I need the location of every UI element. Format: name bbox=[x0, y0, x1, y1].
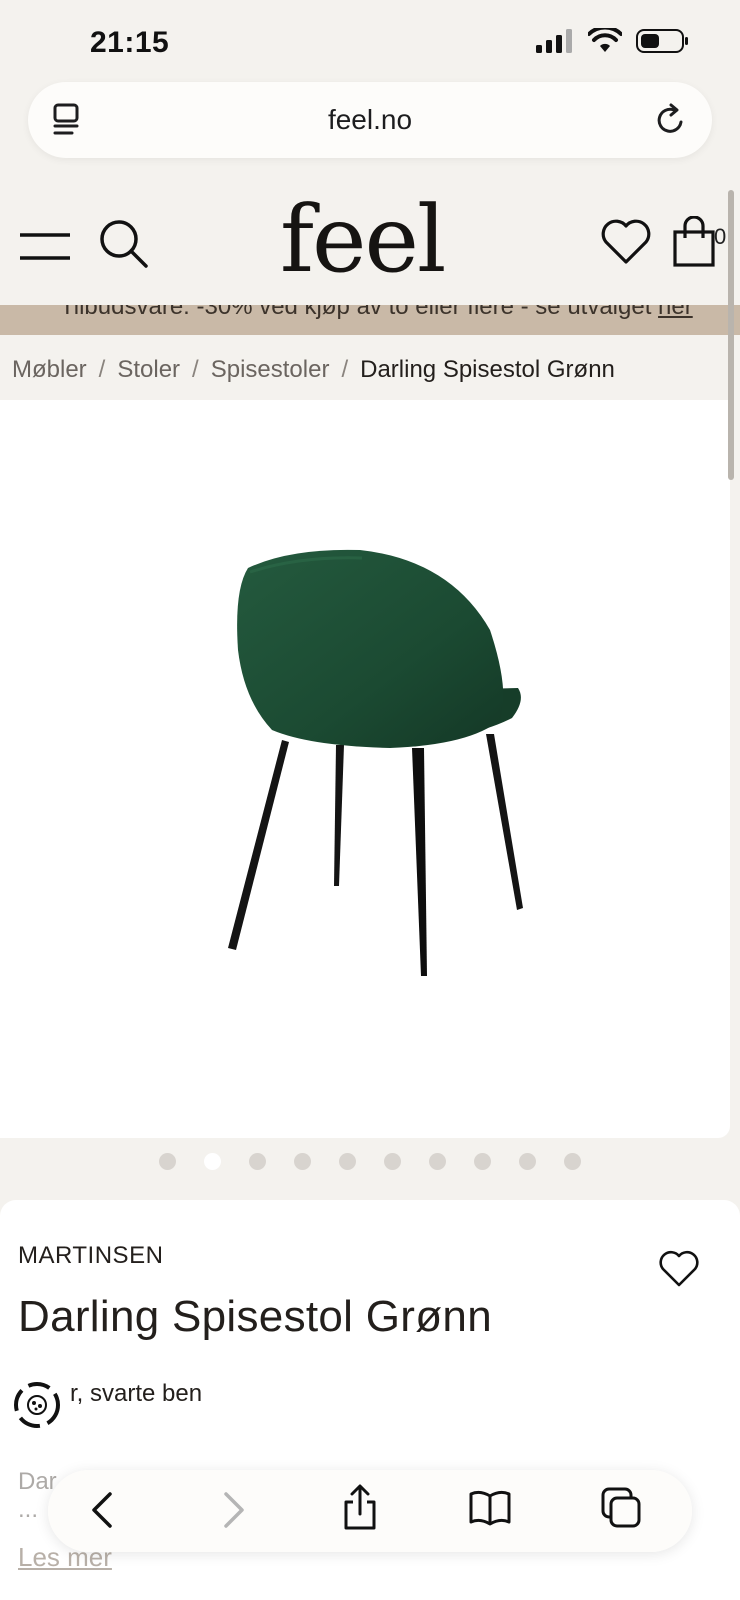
browser-toolbar bbox=[48, 1470, 692, 1552]
breadcrumb-item-stoler[interactable]: Stoler bbox=[117, 356, 180, 383]
carousel-dot[interactable] bbox=[384, 1153, 401, 1170]
add-to-wishlist-heart-icon[interactable] bbox=[658, 1250, 700, 1288]
breadcrumb: Møbler / Stoler / Spisestoler / Darling Spises… bbox=[12, 356, 615, 384]
carousel-dot[interactable] bbox=[429, 1153, 446, 1170]
chair-illustration bbox=[228, 549, 523, 976]
promo-link[interactable]: her bbox=[658, 305, 693, 320]
bookmarks-icon[interactable] bbox=[468, 1488, 512, 1528]
carousel-dots bbox=[0, 1153, 740, 1170]
carousel-dot[interactable] bbox=[339, 1153, 356, 1170]
status-time: 21:15 bbox=[90, 26, 170, 59]
carousel-dot[interactable] bbox=[564, 1153, 581, 1170]
carousel-dot-active[interactable] bbox=[204, 1153, 221, 1170]
cart-count: 0 bbox=[714, 224, 727, 249]
carousel-dot[interactable] bbox=[294, 1153, 311, 1170]
site-logo[interactable]: feel bbox=[280, 190, 446, 290]
carousel-dot[interactable] bbox=[519, 1153, 536, 1170]
breadcrumb-separator: / bbox=[98, 356, 106, 383]
forward-chevron-icon[interactable] bbox=[220, 1488, 248, 1532]
wishlist-heart-icon[interactable] bbox=[600, 218, 652, 266]
tabs-icon[interactable] bbox=[600, 1486, 642, 1530]
carousel-dot[interactable] bbox=[249, 1153, 266, 1170]
status-bar: 21:15 bbox=[0, 0, 740, 80]
breadcrumb-item-mobler[interactable]: Møbler bbox=[12, 356, 87, 383]
share-icon[interactable] bbox=[342, 1484, 378, 1532]
site-header: feel 0 bbox=[0, 190, 740, 305]
product-short-description: r, svarte ben bbox=[70, 1380, 203, 1407]
product-brand[interactable]: MARTINSEN bbox=[18, 1242, 163, 1270]
signal-icon bbox=[536, 29, 572, 53]
carousel-dot[interactable] bbox=[159, 1153, 176, 1170]
scrollbar[interactable] bbox=[728, 190, 734, 480]
status-icons bbox=[536, 28, 690, 54]
search-icon[interactable] bbox=[98, 218, 150, 270]
promo-banner[interactable]: Tilbudsvare: -30% ved kjøp av to eller f… bbox=[0, 305, 740, 335]
wifi-icon bbox=[588, 28, 622, 52]
breadcrumb-separator: / bbox=[192, 356, 199, 383]
breadcrumb-separator: / bbox=[341, 356, 349, 383]
reload-icon[interactable] bbox=[654, 102, 688, 138]
back-chevron-icon[interactable] bbox=[88, 1488, 116, 1532]
product-title: Darling Spisestol Grønn bbox=[18, 1292, 492, 1341]
shopping-bag-icon[interactable] bbox=[672, 216, 716, 268]
address-bar[interactable]: feel.no bbox=[28, 82, 712, 158]
hamburger-menu-icon[interactable] bbox=[18, 232, 72, 262]
breadcrumb-current: Darling Spisestol Grønn bbox=[360, 356, 615, 383]
recycle-badge-icon[interactable] bbox=[12, 1380, 62, 1430]
carousel-dot[interactable] bbox=[474, 1153, 491, 1170]
battery-icon bbox=[636, 29, 688, 53]
breadcrumb-item-spisestoler[interactable]: Spisestoler bbox=[211, 356, 330, 383]
promo-text: Tilbudsvare: -30% ved kjøp av to eller f… bbox=[60, 305, 693, 321]
url-text[interactable]: feel.no bbox=[28, 104, 712, 136]
product-image[interactable] bbox=[0, 400, 730, 1138]
